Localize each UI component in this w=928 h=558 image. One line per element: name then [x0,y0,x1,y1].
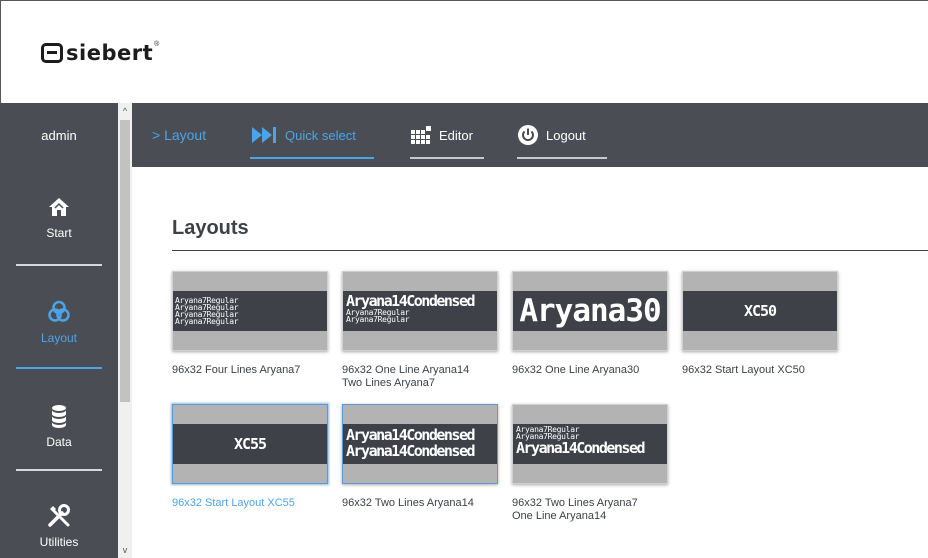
sidebar-item-label: Utilities [39,535,79,549]
tab-label: Quick select [285,127,356,143]
preview-screen: XC50 [683,291,837,331]
registered-mark: ® [154,40,160,48]
sidebar-scrollbar[interactable]: ^ v [118,103,132,558]
layout-tile[interactable]: Aryana30 96x32 One Line Aryana30 [512,271,668,377]
power-icon [518,125,538,145]
logo-text: siebert [66,41,154,65]
editor-grid-icon [411,126,431,144]
header: siebert ® [0,0,928,103]
layout-caption: 96x32 One Line Aryana14 Two Lines Aryana… [342,364,502,390]
preview-line: Aryana14Condensed [346,426,476,444]
caption-line: 96x32 Two Lines Aryana14 [342,497,474,509]
top-nav: > Layout Quick select Editor Logout [132,103,928,167]
layout-preview: Aryana14Condensed Aryana7Regular Aryana7… [342,271,498,351]
preview-line: Aryana14Condensed [516,439,646,457]
layout-tile[interactable]: Aryana14Condensed Aryana14Condensed 96x3… [342,404,498,510]
layout-preview: XC50 [682,271,838,351]
preview-line: XC50 [743,302,777,320]
tools-icon [48,504,70,527]
preview-line: Aryana30 [519,293,661,329]
layout-preview: Aryana30 [512,271,668,351]
caption-line: One Line Aryana14 [512,510,607,522]
caption-line: Two Lines Aryana7 [342,377,435,389]
preview-line: XC55 [233,435,267,453]
layout-tile[interactable]: Aryana7Regular Aryana7Regular Aryana14Co… [512,404,668,523]
tab-label: Editor [439,127,473,143]
home-icon [49,198,69,216]
sidebar-item-utilities[interactable]: Utilities [16,503,102,558]
sidebar-item-data[interactable]: Data [16,403,102,471]
fast-forward-icon [252,127,276,143]
sidebar-divider [16,264,102,266]
breadcrumb-layout[interactable]: > Layout [152,103,206,167]
tab-logout[interactable]: Logout [517,103,607,167]
sidebar-item-label: Start [46,226,72,240]
preview-screen: Aryana14Condensed Aryana7Regular Aryana7… [343,291,497,331]
layout-tile[interactable]: Aryana7Regular Aryana7Regular Aryana7Reg… [172,271,328,377]
layout-preview: XC55 [172,404,328,484]
layout-caption: 96x32 Four Lines Aryana7 [172,364,332,377]
preview-line: Aryana14Condensed [346,292,476,310]
sidebar: admin Start Layout Data Utilities [0,103,118,558]
layout-preview: Aryana7Regular Aryana7Regular Aryana7Reg… [172,271,328,351]
preview-line: Aryana7Regular [175,317,239,326]
caption-line: 96x32 Two Lines Aryana7 [512,497,638,509]
layout-caption: 96x32 Start Layout XC50 [682,364,842,377]
tab-editor[interactable]: Editor [410,103,484,167]
layout-caption: 96x32 Two Lines Aryana14 [342,497,502,510]
sidebar-item-label: Data [46,435,72,449]
logo-mark-icon [41,43,63,63]
tab-quick-select[interactable]: Quick select [250,103,374,167]
sidebar-item-layout[interactable]: Layout [16,299,102,369]
caption-line: 96x32 Start Layout XC55 [172,497,295,509]
sidebar-divider [16,469,102,471]
layout-caption: 96x32 One Line Aryana30 [512,364,672,377]
caption-line: 96x32 Start Layout XC50 [682,364,805,376]
sidebar-item-start[interactable]: Start [16,194,102,266]
preview-line: Aryana7Regular [346,315,410,324]
caption-line: 96x32 One Line Aryana30 [512,364,640,376]
layout-tile[interactable]: Aryana14Condensed Aryana7Regular Aryana7… [342,271,498,390]
preview-screen: XC55 [173,424,327,464]
title-divider [172,250,928,251]
breadcrumb-text: > Layout [152,127,207,143]
scroll-down-arrow-icon[interactable]: v [118,543,132,557]
preview-screen: Aryana7Regular Aryana7Regular Aryana14Co… [513,424,667,464]
layout-tile-selected[interactable]: XC55 96x32 Start Layout XC55 [172,404,328,510]
app-window: siebert ® admin Start Layout Data Utilit… [0,0,928,558]
layout-icon [48,300,70,322]
layout-caption: 96x32 Two Lines Aryana7 One Line Aryana1… [512,497,672,523]
layout-caption: 96x32 Start Layout XC55 [172,497,332,510]
layout-preview: Aryana7Regular Aryana7Regular Aryana14Co… [512,404,668,484]
preview-line: Aryana14Condensed [346,442,476,460]
layout-preview: Aryana14Condensed Aryana14Condensed [342,404,498,484]
caption-line: 96x32 One Line Aryana14 [342,364,470,376]
siebert-logo[interactable]: siebert ® [41,41,159,65]
scroll-up-arrow-icon[interactable]: ^ [118,104,132,118]
preview-screen: Aryana7Regular Aryana7Regular Aryana7Reg… [173,291,327,331]
preview-screen: Aryana30 [513,291,667,331]
preview-screen: Aryana14Condensed Aryana14Condensed [343,424,497,464]
tab-underline [250,157,374,159]
layout-tile[interactable]: XC50 96x32 Start Layout XC50 [682,271,838,377]
sidebar-item-label: Layout [40,331,78,345]
tab-label: Logout [546,127,586,143]
page-title: Layouts [172,217,249,239]
caption-line: 96x32 Four Lines Aryana7 [172,364,301,376]
scroll-thumb[interactable] [120,120,130,402]
sidebar-user: admin [41,127,77,143]
main-content: Layouts Aryana7Regular Aryana7Regular Ar… [132,167,928,558]
database-icon [52,405,66,428]
tab-underline [517,157,607,159]
tab-underline [410,157,484,159]
sidebar-divider [16,367,102,369]
